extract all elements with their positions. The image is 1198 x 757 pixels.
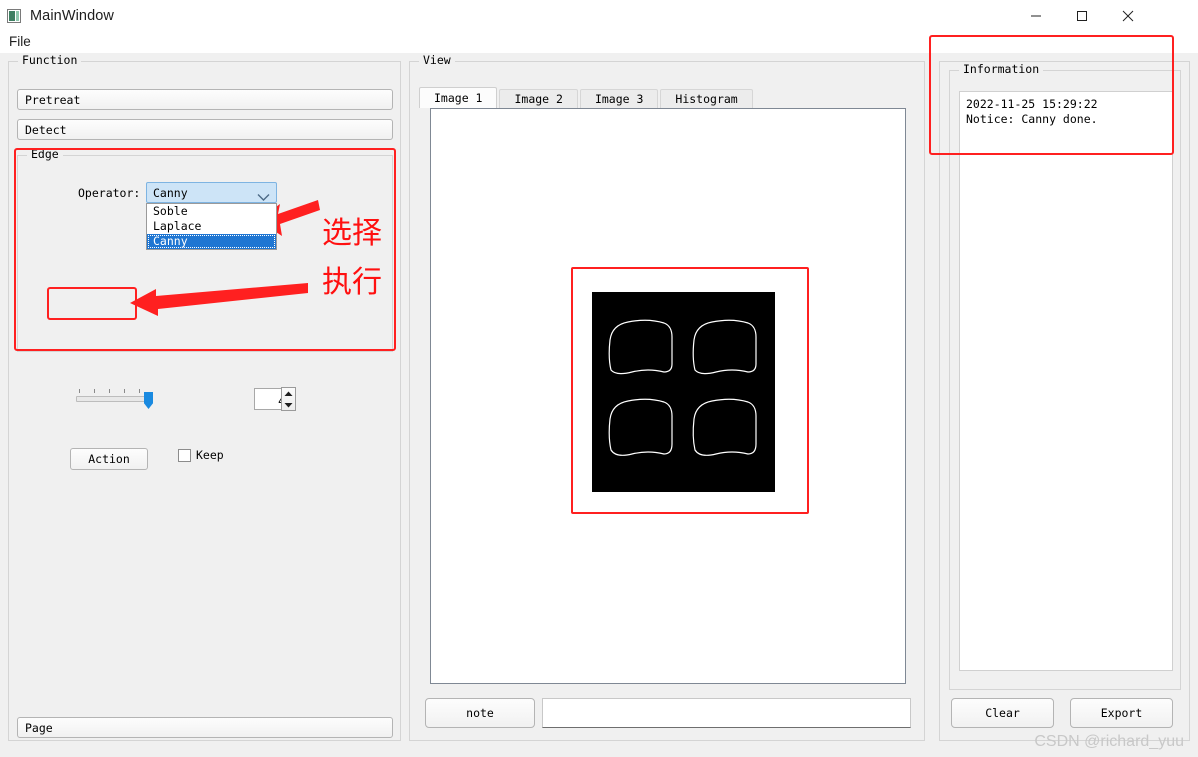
function-panel-title: Function xyxy=(18,53,82,67)
clear-button[interactable]: Clear xyxy=(951,698,1054,728)
keep-checkbox-label: Keep xyxy=(196,448,224,462)
close-button[interactable] xyxy=(1105,0,1151,31)
spinbox-down-icon[interactable] xyxy=(282,399,295,410)
spinbox-up-icon[interactable] xyxy=(282,388,295,399)
image-display-area[interactable] xyxy=(430,108,906,684)
information-panel: Information 2022-11-25 15:29:22 Notice: … xyxy=(939,61,1190,741)
keep-checkbox[interactable]: Keep xyxy=(178,448,224,462)
tab-histogram[interactable]: Histogram xyxy=(660,89,753,108)
operator-combobox[interactable]: Canny xyxy=(146,182,277,203)
operator-dropdown-list[interactable]: Soble Laplace Canny xyxy=(146,203,277,250)
slider-groove xyxy=(76,396,152,402)
result-image-annotation-box xyxy=(571,267,809,514)
slider-handle[interactable] xyxy=(144,392,153,409)
threshold-spinbox-buttons[interactable] xyxy=(281,387,296,411)
operator-option-canny[interactable]: Canny xyxy=(147,234,276,249)
operator-combobox-value: Canny xyxy=(153,185,188,200)
view-panel: View Image 1 Image 2 Image 3 Histogram n… xyxy=(409,53,925,741)
operator-option-laplace[interactable]: Laplace xyxy=(147,219,276,234)
tab-image-2[interactable]: Image 2 xyxy=(499,89,578,108)
menu-item-file[interactable]: File xyxy=(5,33,35,50)
function-panel: Function Pretreat Detect Edge Operator: … xyxy=(8,53,401,741)
view-tab-bar: Image 1 Image 2 Image 3 Histogram xyxy=(419,87,755,108)
window-title: MainWindow xyxy=(30,7,114,24)
action-button[interactable]: Action xyxy=(70,448,148,470)
pretreat-button[interactable]: Pretreat xyxy=(17,89,393,110)
page-button[interactable]: Page xyxy=(17,717,393,738)
maximize-button[interactable] xyxy=(1059,0,1105,31)
operator-label: Operator: xyxy=(78,186,141,200)
edge-group-title: Edge xyxy=(27,147,63,161)
information-group: Information 2022-11-25 15:29:22 Notice: … xyxy=(949,62,1181,690)
menu-bar: File xyxy=(0,31,1198,53)
tab-image-1[interactable]: Image 1 xyxy=(419,87,498,108)
canny-result-image xyxy=(592,292,775,492)
client-area: Function Pretreat Detect Edge Operator: … xyxy=(0,53,1198,757)
note-input[interactable] xyxy=(542,698,911,728)
detect-button[interactable]: Detect xyxy=(17,119,393,140)
operator-option-soble[interactable]: Soble xyxy=(147,204,276,219)
tab-image-3[interactable]: Image 3 xyxy=(579,89,659,108)
keep-checkbox-box[interactable] xyxy=(178,448,191,462)
view-panel-title: View xyxy=(419,53,455,67)
app-icon xyxy=(7,8,21,23)
information-group-title: Information xyxy=(959,62,1044,76)
note-button[interactable]: note xyxy=(425,698,535,728)
information-log: 2022-11-25 15:29:22 Notice: Canny done. xyxy=(959,91,1173,671)
slider-ticks xyxy=(76,388,152,394)
minimize-button[interactable] xyxy=(1013,0,1059,31)
export-button[interactable]: Export xyxy=(1070,698,1173,728)
threshold-slider[interactable] xyxy=(76,388,158,410)
edge-group: Edge Operator: Canny Soble Laplace Canny xyxy=(17,147,393,470)
